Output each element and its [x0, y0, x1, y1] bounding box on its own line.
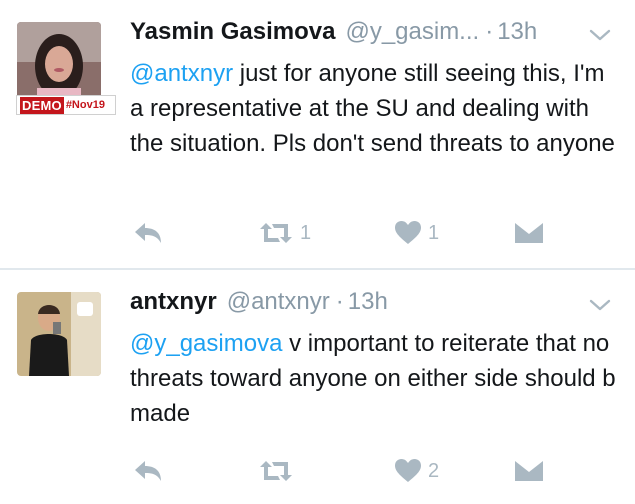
avatar[interactable]: [17, 292, 101, 376]
envelope-icon: [514, 221, 544, 245]
mention-link[interactable]: @antxnyr: [130, 60, 233, 87]
action-bar: 2: [0, 451, 635, 491]
tweet[interactable]: DEMO #Nov19 Yasmin Gasimova @y_gasim... …: [0, 0, 635, 268]
tweet[interactable]: antxnyr @antxnyr · 13h @y_gasimova v imp…: [0, 270, 635, 504]
like-count: 2: [428, 459, 440, 482]
envelope-icon: [514, 459, 544, 483]
separator-dot: ·: [335, 288, 344, 315]
retweet-icon: [258, 221, 294, 245]
direct-message-button[interactable]: [514, 451, 544, 491]
like-count: 1: [428, 221, 440, 244]
like-button[interactable]: 1: [394, 213, 439, 253]
tweet-header: antxnyr @antxnyr · 13h: [130, 288, 388, 322]
direct-message-button[interactable]: [514, 213, 544, 253]
tweet-header: Yasmin Gasimova @y_gasim... · 13h: [130, 18, 537, 52]
avatar[interactable]: [17, 22, 101, 106]
like-button[interactable]: 2: [394, 451, 439, 491]
user-handle[interactable]: @y_gasim...: [345, 18, 479, 46]
reply-icon: [132, 220, 164, 246]
retweet-button[interactable]: 1: [258, 213, 311, 253]
timestamp[interactable]: 13h: [348, 288, 388, 316]
badge-secondary: #Nov19: [65, 99, 105, 111]
reply-icon: [132, 458, 164, 484]
retweet-icon: [258, 459, 294, 483]
badge-primary: DEMO: [20, 96, 64, 114]
tweet-text: @y_gasimova v important to reiterate tha…: [130, 326, 620, 431]
mention-link[interactable]: @y_gasimova: [130, 330, 282, 357]
separator-dot: ·: [485, 18, 494, 45]
reply-button[interactable]: [132, 451, 164, 491]
tweet-text: @antxnyr just for anyone still seeing th…: [130, 56, 620, 161]
chevron-down-icon[interactable]: [589, 28, 611, 42]
timestamp[interactable]: 13h: [497, 18, 537, 46]
display-name[interactable]: Yasmin Gasimova: [130, 18, 335, 46]
retweet-count: 1: [300, 221, 312, 244]
chevron-down-icon[interactable]: [589, 298, 611, 312]
retweet-button[interactable]: [258, 451, 300, 491]
display-name[interactable]: antxnyr: [130, 288, 217, 316]
action-bar: 1 1: [0, 213, 635, 253]
reply-button[interactable]: [132, 213, 164, 253]
heart-icon: [394, 458, 422, 484]
user-handle[interactable]: @antxnyr: [227, 288, 330, 316]
event-badge: DEMO #Nov19: [16, 95, 116, 115]
heart-icon: [394, 220, 422, 246]
